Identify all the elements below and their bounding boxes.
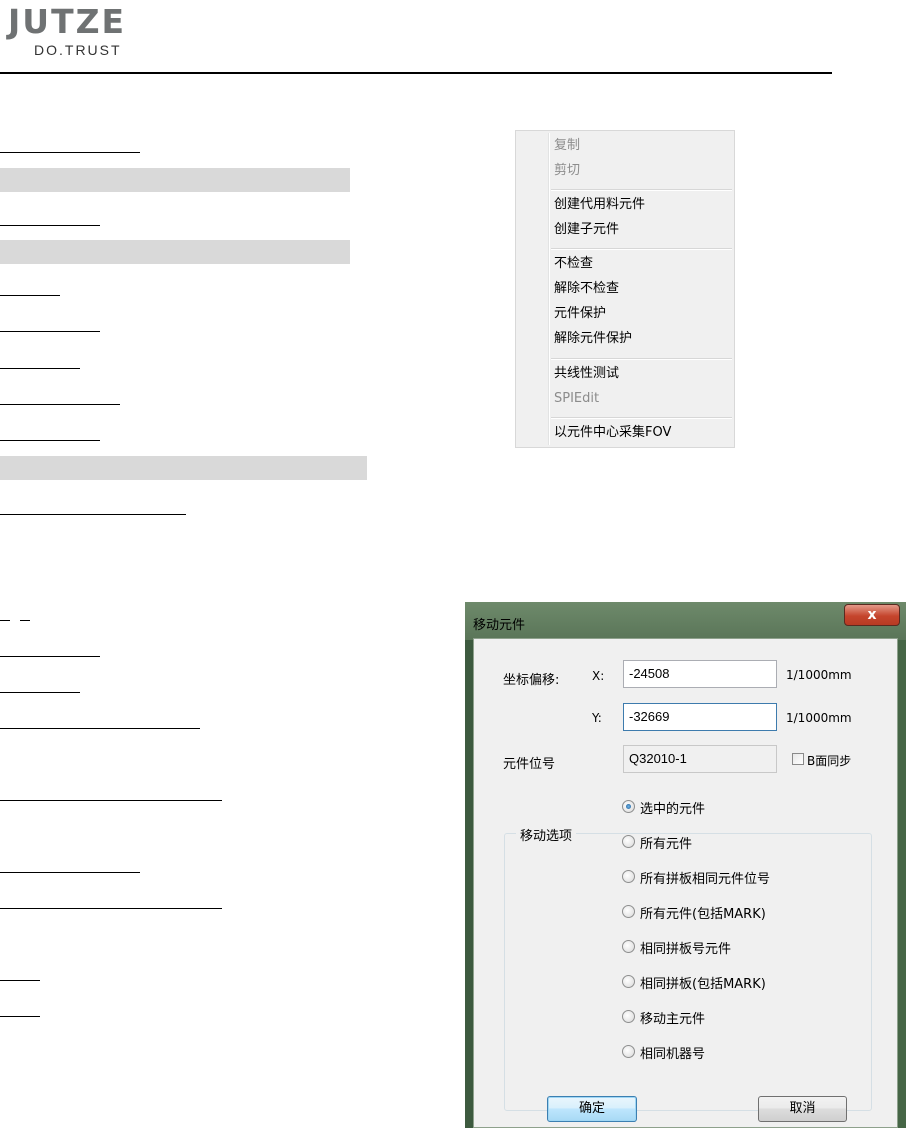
header-rule	[0, 72, 832, 74]
radio-selected-component[interactable]	[622, 800, 635, 813]
menu-item-remove-no-inspect[interactable]: 解除不检查	[554, 278, 619, 300]
doc-line	[0, 656, 100, 657]
menu-separator	[551, 189, 732, 191]
doc-line	[0, 152, 140, 153]
doc-line	[0, 620, 10, 621]
menu-item-create-substitute[interactable]: 创建代用料元件	[554, 194, 645, 216]
doc-line	[0, 1016, 40, 1017]
doc-highlight-band	[0, 168, 350, 192]
menu-separator	[551, 248, 732, 250]
dialog-title-bar[interactable]: 移动元件 x	[465, 602, 906, 640]
radio-label[interactable]: 移动主元件	[640, 1008, 705, 1027]
dialog-title: 移动元件	[473, 618, 526, 633]
b-side-sync-label[interactable]: B面同步	[807, 752, 851, 769]
x-offset-input[interactable]: -24508	[623, 660, 777, 688]
doc-line	[0, 368, 80, 369]
radio-same-machine-number[interactable]	[622, 1045, 635, 1058]
radio-label[interactable]: 所有元件(包括MARK)	[640, 903, 766, 922]
doc-line	[0, 295, 60, 296]
ref-label: 元件位号	[503, 757, 556, 772]
doc-highlight-band	[0, 240, 350, 264]
menu-separator	[551, 358, 732, 360]
radio-move-main-component[interactable]	[622, 1010, 635, 1023]
menu-item-copy[interactable]: 复制	[554, 135, 580, 157]
radio-label[interactable]: 相同拼板号元件	[640, 938, 731, 957]
menu-item-create-child[interactable]: 创建子元件	[554, 219, 619, 241]
ok-button[interactable]: 确定	[547, 1096, 637, 1122]
radio-all-panels-same-ref[interactable]	[622, 870, 635, 883]
doc-line	[0, 980, 40, 981]
logo-tagline: DO.TRUST	[34, 42, 122, 58]
menu-item-no-inspect[interactable]: 不检查	[554, 253, 593, 275]
menu-item-unprotect[interactable]: 解除元件保护	[554, 328, 632, 350]
doc-line	[0, 728, 200, 729]
close-icon: x	[867, 607, 877, 623]
x-unit-label: 1/1000mm	[786, 668, 852, 682]
context-menu: 复制 剪切 创建代用料元件 创建子元件 不检查 解除不检查 元件保护 解除元件保…	[515, 130, 735, 448]
radio-same-panel-number[interactable]	[622, 940, 635, 953]
doc-line	[0, 800, 222, 801]
radio-all-components-mark[interactable]	[622, 905, 635, 918]
radio-label[interactable]: 所有元件	[640, 833, 692, 852]
jutze-logo: JUTZE DO.TRUST	[8, 2, 148, 62]
radio-label[interactable]: 所有拼板相同元件位号	[640, 868, 770, 887]
x-label: X:	[592, 669, 605, 683]
menu-item-protect[interactable]: 元件保护	[554, 303, 606, 325]
move-options-title: 移动选项	[516, 825, 577, 844]
radio-label[interactable]: 相同拼板(包括MARK)	[640, 973, 766, 992]
dialog-body: 坐标偏移: X: -24508 1/1000mm Y: -32669 1/100…	[473, 638, 898, 1128]
menu-separator	[551, 417, 732, 419]
doc-line	[0, 908, 222, 909]
doc-line	[0, 692, 80, 693]
doc-line	[0, 872, 140, 873]
close-button[interactable]: x	[844, 604, 900, 626]
radio-label[interactable]: 选中的元件	[640, 798, 705, 817]
doc-highlight-band	[0, 456, 367, 480]
doc-line	[0, 331, 100, 332]
y-label: Y:	[592, 711, 602, 725]
doc-line	[0, 404, 120, 405]
logo-mark: JUTZE	[8, 2, 127, 41]
menu-item-collinearity-test[interactable]: 共线性测试	[554, 363, 619, 385]
b-side-sync-checkbox[interactable]	[792, 753, 804, 765]
move-component-dialog: 移动元件 x 坐标偏移: X: -24508 1/1000mm Y: -3266…	[465, 602, 906, 1128]
radio-all-components[interactable]	[622, 835, 635, 848]
menu-item-spiedit[interactable]: SPIEdit	[554, 388, 599, 410]
menu-item-cut[interactable]: 剪切	[554, 160, 580, 182]
menu-gutter-highlight	[549, 133, 550, 445]
offset-label: 坐标偏移:	[503, 673, 560, 688]
doc-line	[0, 440, 100, 441]
menu-item-capture-fov[interactable]: 以元件中心采集FOV	[554, 422, 671, 444]
doc-line	[0, 225, 100, 226]
radio-label[interactable]: 相同机器号	[640, 1043, 705, 1062]
ref-designator-field: Q32010-1	[623, 745, 777, 773]
doc-line	[20, 620, 30, 621]
doc-line	[0, 514, 186, 515]
radio-same-panel-mark[interactable]	[622, 975, 635, 988]
y-unit-label: 1/1000mm	[786, 711, 852, 725]
y-offset-input[interactable]: -32669	[623, 703, 777, 731]
cancel-button[interactable]: 取消	[758, 1096, 847, 1122]
